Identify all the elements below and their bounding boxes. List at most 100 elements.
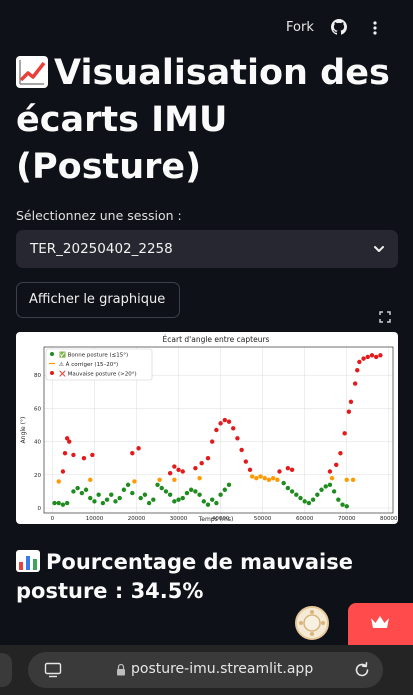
legend-label-good: ✅ Bonne posture (≤15°) — [59, 352, 128, 359]
show-chart-button[interactable]: Afficher le graphique — [16, 282, 180, 318]
legend-label-warn: ⚠ À corriger (15–20°) — [59, 361, 118, 368]
bad-posture-point — [176, 467, 181, 473]
good-posture-point — [285, 485, 291, 491]
good-posture-point — [138, 495, 143, 501]
warn-posture-point — [132, 479, 137, 484]
good-posture-point — [310, 497, 316, 502]
bad-posture-point — [355, 368, 360, 373]
warn-posture-point — [254, 475, 259, 481]
x-tick-label: 60000 — [296, 516, 314, 522]
bad-posture-point — [243, 459, 249, 464]
good-posture-point — [323, 484, 328, 489]
warn-posture-point — [344, 477, 349, 482]
github-icon[interactable] — [331, 19, 347, 35]
bad-posture-point — [352, 381, 358, 386]
x-axis-label: Temps (ms) — [198, 516, 234, 523]
good-posture-point — [83, 487, 89, 492]
good-posture-point — [155, 482, 160, 487]
x-tick-label: 80000 — [380, 516, 398, 522]
reload-icon[interactable] — [353, 661, 371, 679]
legend-label-bad: ❌ Mauvaise posture (>20°) — [59, 371, 137, 378]
good-posture-point — [163, 489, 169, 494]
good-posture-point — [294, 492, 299, 497]
good-posture-point — [142, 492, 148, 497]
browser-address-bar: posture-imu.streamlit.app — [0, 645, 413, 695]
page-title: Visualisation des écarts IMU (Posture) — [16, 50, 401, 191]
good-posture-point — [214, 500, 219, 506]
bad-posture-point — [357, 359, 362, 365]
vertical-ellipsis-icon[interactable] — [369, 20, 381, 36]
bad-posture-point — [348, 399, 354, 404]
fork-label[interactable]: Fork — [286, 20, 314, 35]
good-posture-point — [92, 499, 97, 504]
bad-posture-summary: Pourcentage de mauvaise posture : 34.5% — [16, 548, 401, 606]
bad-posture-point — [277, 469, 282, 474]
good-posture-point — [298, 495, 303, 501]
warn-posture-point — [262, 475, 267, 481]
warn-posture-point — [157, 477, 162, 482]
session-select-value: TER_20250402_2258 — [30, 241, 173, 257]
good-posture-point — [117, 495, 122, 501]
bad-posture-point — [226, 419, 232, 424]
fullscreen-icon[interactable] — [379, 311, 391, 323]
crown-icon — [371, 616, 389, 628]
bad-posture-point — [369, 353, 375, 358]
bad-posture-point — [172, 464, 177, 469]
session-select-label: Sélectionnez une session : — [16, 208, 182, 223]
good-posture-point — [302, 499, 307, 504]
bad-posture-point — [327, 469, 333, 474]
bad-posture-point — [346, 409, 352, 414]
x-tick-label: 30000 — [170, 516, 188, 522]
good-posture-point — [306, 500, 312, 506]
good-posture-point — [226, 482, 232, 487]
good-posture-point — [209, 497, 215, 502]
tabs-icon[interactable] — [44, 662, 62, 678]
good-posture-point — [344, 504, 349, 509]
bad-posture-point — [193, 465, 198, 471]
bad-posture-point — [289, 467, 295, 473]
y-tick-label: 80 — [34, 373, 41, 379]
good-posture-point — [184, 490, 190, 496]
warn-posture-point — [350, 477, 356, 482]
good-posture-point — [331, 489, 337, 494]
good-posture-point — [64, 500, 70, 506]
bad-posture-point — [136, 446, 141, 451]
good-posture-point — [104, 497, 110, 502]
warn-posture-point — [270, 475, 276, 481]
x-tick-label: 70000 — [338, 516, 356, 522]
previous-tab-edge[interactable] — [0, 653, 12, 687]
y-tick-label: 0 — [38, 506, 42, 512]
url-pill[interactable]: posture-imu.streamlit.app — [28, 652, 383, 688]
good-posture-point — [281, 480, 286, 486]
bad-posture-point — [90, 452, 95, 458]
good-posture-point — [340, 502, 345, 507]
good-posture-point — [327, 482, 333, 487]
legend-marker-good — [50, 352, 54, 356]
good-posture-point — [180, 495, 185, 501]
avatar[interactable] — [295, 606, 329, 640]
bad-posture-point — [365, 354, 370, 360]
good-posture-point — [60, 502, 66, 507]
good-posture-point — [222, 487, 228, 492]
good-posture-point — [113, 499, 118, 504]
warn-posture-point — [249, 474, 255, 479]
good-posture-point — [109, 492, 114, 497]
warn-posture-point — [172, 477, 177, 482]
posture-chart: Écart d'angle entre capteurs 0 10000 20000… — [16, 332, 398, 524]
bad-posture-point — [167, 470, 173, 476]
good-posture-point — [130, 490, 135, 496]
url-text: posture-imu.streamlit.app — [131, 661, 314, 677]
streamlit-badge[interactable] — [348, 603, 413, 645]
x-tick-label: 50000 — [254, 516, 272, 522]
bad-posture-point — [373, 354, 379, 360]
good-posture-point — [188, 487, 194, 492]
y-tick-label: 40 — [34, 440, 41, 446]
bad-posture-point — [60, 469, 66, 474]
good-posture-point — [315, 492, 320, 497]
bad-posture-point — [67, 439, 72, 444]
bad-posture-point — [209, 439, 215, 444]
session-select[interactable]: TER_20250402_2258 — [16, 230, 398, 268]
good-posture-point — [336, 497, 341, 502]
good-posture-point — [88, 495, 93, 501]
bad-posture-point — [71, 452, 76, 458]
